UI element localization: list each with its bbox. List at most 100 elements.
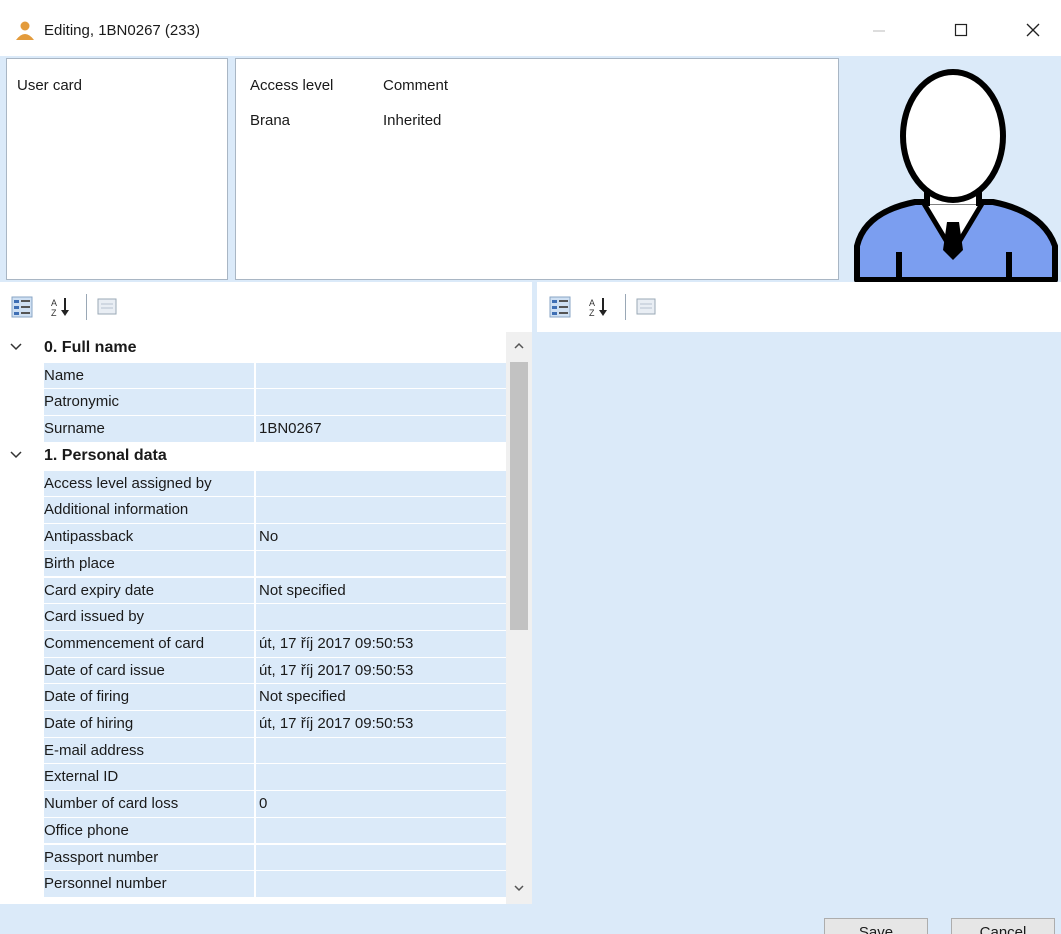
chevron-up-icon[interactable]: [511, 338, 527, 354]
property-row[interactable]: Date of card issue út, 17 říj 2017 09:50…: [0, 657, 506, 685]
cancel-button[interactable]: Cancel: [951, 918, 1055, 934]
property-row[interactable]: Number of card loss 0: [0, 791, 506, 818]
minimize-button[interactable]: [856, 10, 902, 50]
property-name: Additional information: [44, 497, 254, 525]
chevron-down-icon[interactable]: [8, 447, 24, 463]
property-row[interactable]: Card expiry date Not specified: [0, 577, 506, 605]
maximize-icon: [954, 23, 968, 37]
property-value[interactable]: 0: [255, 791, 506, 818]
property-value[interactable]: [255, 764, 506, 792]
property-name: Birth place: [44, 550, 254, 578]
property-row[interactable]: Passport number: [0, 844, 506, 872]
property-name: Name: [44, 362, 254, 390]
property-row[interactable]: Additional information: [0, 497, 506, 525]
column-header-comment[interactable]: Comment: [383, 77, 448, 94]
secondary-property-grid[interactable]: [537, 332, 1061, 904]
property-name: Office phone: [44, 817, 254, 845]
property-value[interactable]: [255, 389, 506, 417]
property-pages-icon[interactable]: [96, 296, 118, 318]
property-row-patronymic[interactable]: Patronymic: [0, 389, 506, 417]
property-value[interactable]: [255, 604, 506, 631]
user-card-panel[interactable]: User card: [6, 58, 228, 280]
property-value[interactable]: 1BN0267: [255, 416, 506, 443]
close-button[interactable]: [1010, 10, 1056, 50]
property-name: Number of card loss: [44, 791, 254, 818]
chevron-down-icon[interactable]: [511, 880, 527, 896]
property-row[interactable]: Card issued by: [0, 604, 506, 631]
toolbar-separator: [86, 294, 87, 320]
svg-text:Z: Z: [589, 308, 595, 318]
property-pages-icon[interactable]: [635, 296, 657, 318]
property-row[interactable]: Birth place: [0, 550, 506, 578]
property-value[interactable]: út, 17 říj 2017 09:50:53: [255, 711, 506, 738]
property-name: Access level assigned by: [44, 470, 254, 498]
property-grid[interactable]: 0. Full name Name Patronymic Surname 1BN…: [0, 332, 532, 904]
chevron-down-icon[interactable]: [8, 339, 24, 355]
property-value[interactable]: Not specified: [255, 684, 506, 711]
property-name: E-mail address: [44, 737, 254, 765]
column-header-access-level[interactable]: Access level: [250, 77, 333, 94]
user-card-label: User card: [17, 77, 83, 94]
comment-cell[interactable]: Inherited: [383, 112, 441, 129]
category-label: 1. Personal data: [44, 447, 167, 464]
property-value[interactable]: [255, 362, 506, 390]
property-name: Surname: [44, 416, 254, 443]
property-grid-toolbar-left: A Z: [0, 282, 532, 332]
property-row[interactable]: Personnel number: [0, 871, 506, 898]
sort-alphabetical-icon[interactable]: A Z: [588, 296, 610, 318]
property-value[interactable]: Not specified: [255, 577, 506, 605]
property-row[interactable]: Access level assigned by: [0, 470, 506, 498]
category-personal-data[interactable]: 1. Personal data: [0, 444, 506, 471]
categorized-view-icon[interactable]: [11, 296, 33, 318]
user-silhouette-icon: [854, 69, 1058, 283]
svg-text:A: A: [51, 298, 57, 308]
property-name: Personnel number: [44, 871, 254, 898]
property-value[interactable]: [255, 844, 506, 872]
property-row[interactable]: Office phone: [0, 817, 506, 845]
property-name: Date of card issue: [44, 657, 254, 685]
window-title: Editing, 1BN0267 (233): [44, 22, 200, 39]
property-row[interactable]: External ID: [0, 764, 506, 792]
top-panel: User card Access level Comment Brana Inh…: [0, 56, 1061, 283]
property-row[interactable]: E-mail address: [0, 737, 506, 765]
property-name: Card expiry date: [44, 577, 254, 605]
scrollbar-thumb[interactable]: [510, 362, 528, 630]
property-value[interactable]: [255, 737, 506, 765]
sort-alphabetical-icon[interactable]: A Z: [50, 296, 72, 318]
minimize-icon: [873, 30, 885, 32]
save-button[interactable]: Save: [824, 918, 928, 934]
property-name: Date of hiring: [44, 711, 254, 738]
property-value[interactable]: [255, 497, 506, 525]
maximize-button[interactable]: [938, 10, 984, 50]
property-name: External ID: [44, 764, 254, 792]
title-bar: Editing, 1BN0267 (233): [0, 0, 1061, 56]
category-full-name[interactable]: 0. Full name: [0, 336, 506, 363]
avatar[interactable]: [843, 56, 1061, 283]
property-name: Antipassback: [44, 524, 254, 551]
property-row[interactable]: Date of hiring út, 17 říj 2017 09:50:53: [0, 711, 506, 738]
access-level-cell[interactable]: Brana: [250, 112, 290, 129]
svg-text:A: A: [589, 298, 595, 308]
property-value[interactable]: [255, 871, 506, 898]
property-value[interactable]: [255, 550, 506, 578]
property-value[interactable]: No: [255, 524, 506, 551]
user-person-icon: [16, 21, 34, 40]
categorized-view-icon[interactable]: [549, 296, 571, 318]
access-level-table[interactable]: Access level Comment Brana Inherited: [235, 58, 839, 280]
property-name: Card issued by: [44, 604, 254, 631]
property-row[interactable]: Date of firing Not specified: [0, 684, 506, 711]
property-row-name[interactable]: Name: [0, 362, 506, 390]
property-value[interactable]: út, 17 říj 2017 09:50:53: [255, 657, 506, 685]
svg-text:Z: Z: [51, 308, 57, 318]
property-value[interactable]: út, 17 říj 2017 09:50:53: [255, 630, 506, 658]
category-label: 0. Full name: [44, 339, 137, 356]
property-value[interactable]: [255, 470, 506, 498]
property-row-surname[interactable]: Surname 1BN0267: [0, 416, 506, 443]
property-value[interactable]: [255, 817, 506, 845]
property-name: Date of firing: [44, 684, 254, 711]
vertical-scrollbar[interactable]: [506, 332, 532, 904]
property-name: Passport number: [44, 844, 254, 872]
toolbar-separator: [625, 294, 626, 320]
property-row[interactable]: Antipassback No: [0, 524, 506, 551]
property-row[interactable]: Commencement of card út, 17 říj 2017 09:…: [0, 630, 506, 658]
